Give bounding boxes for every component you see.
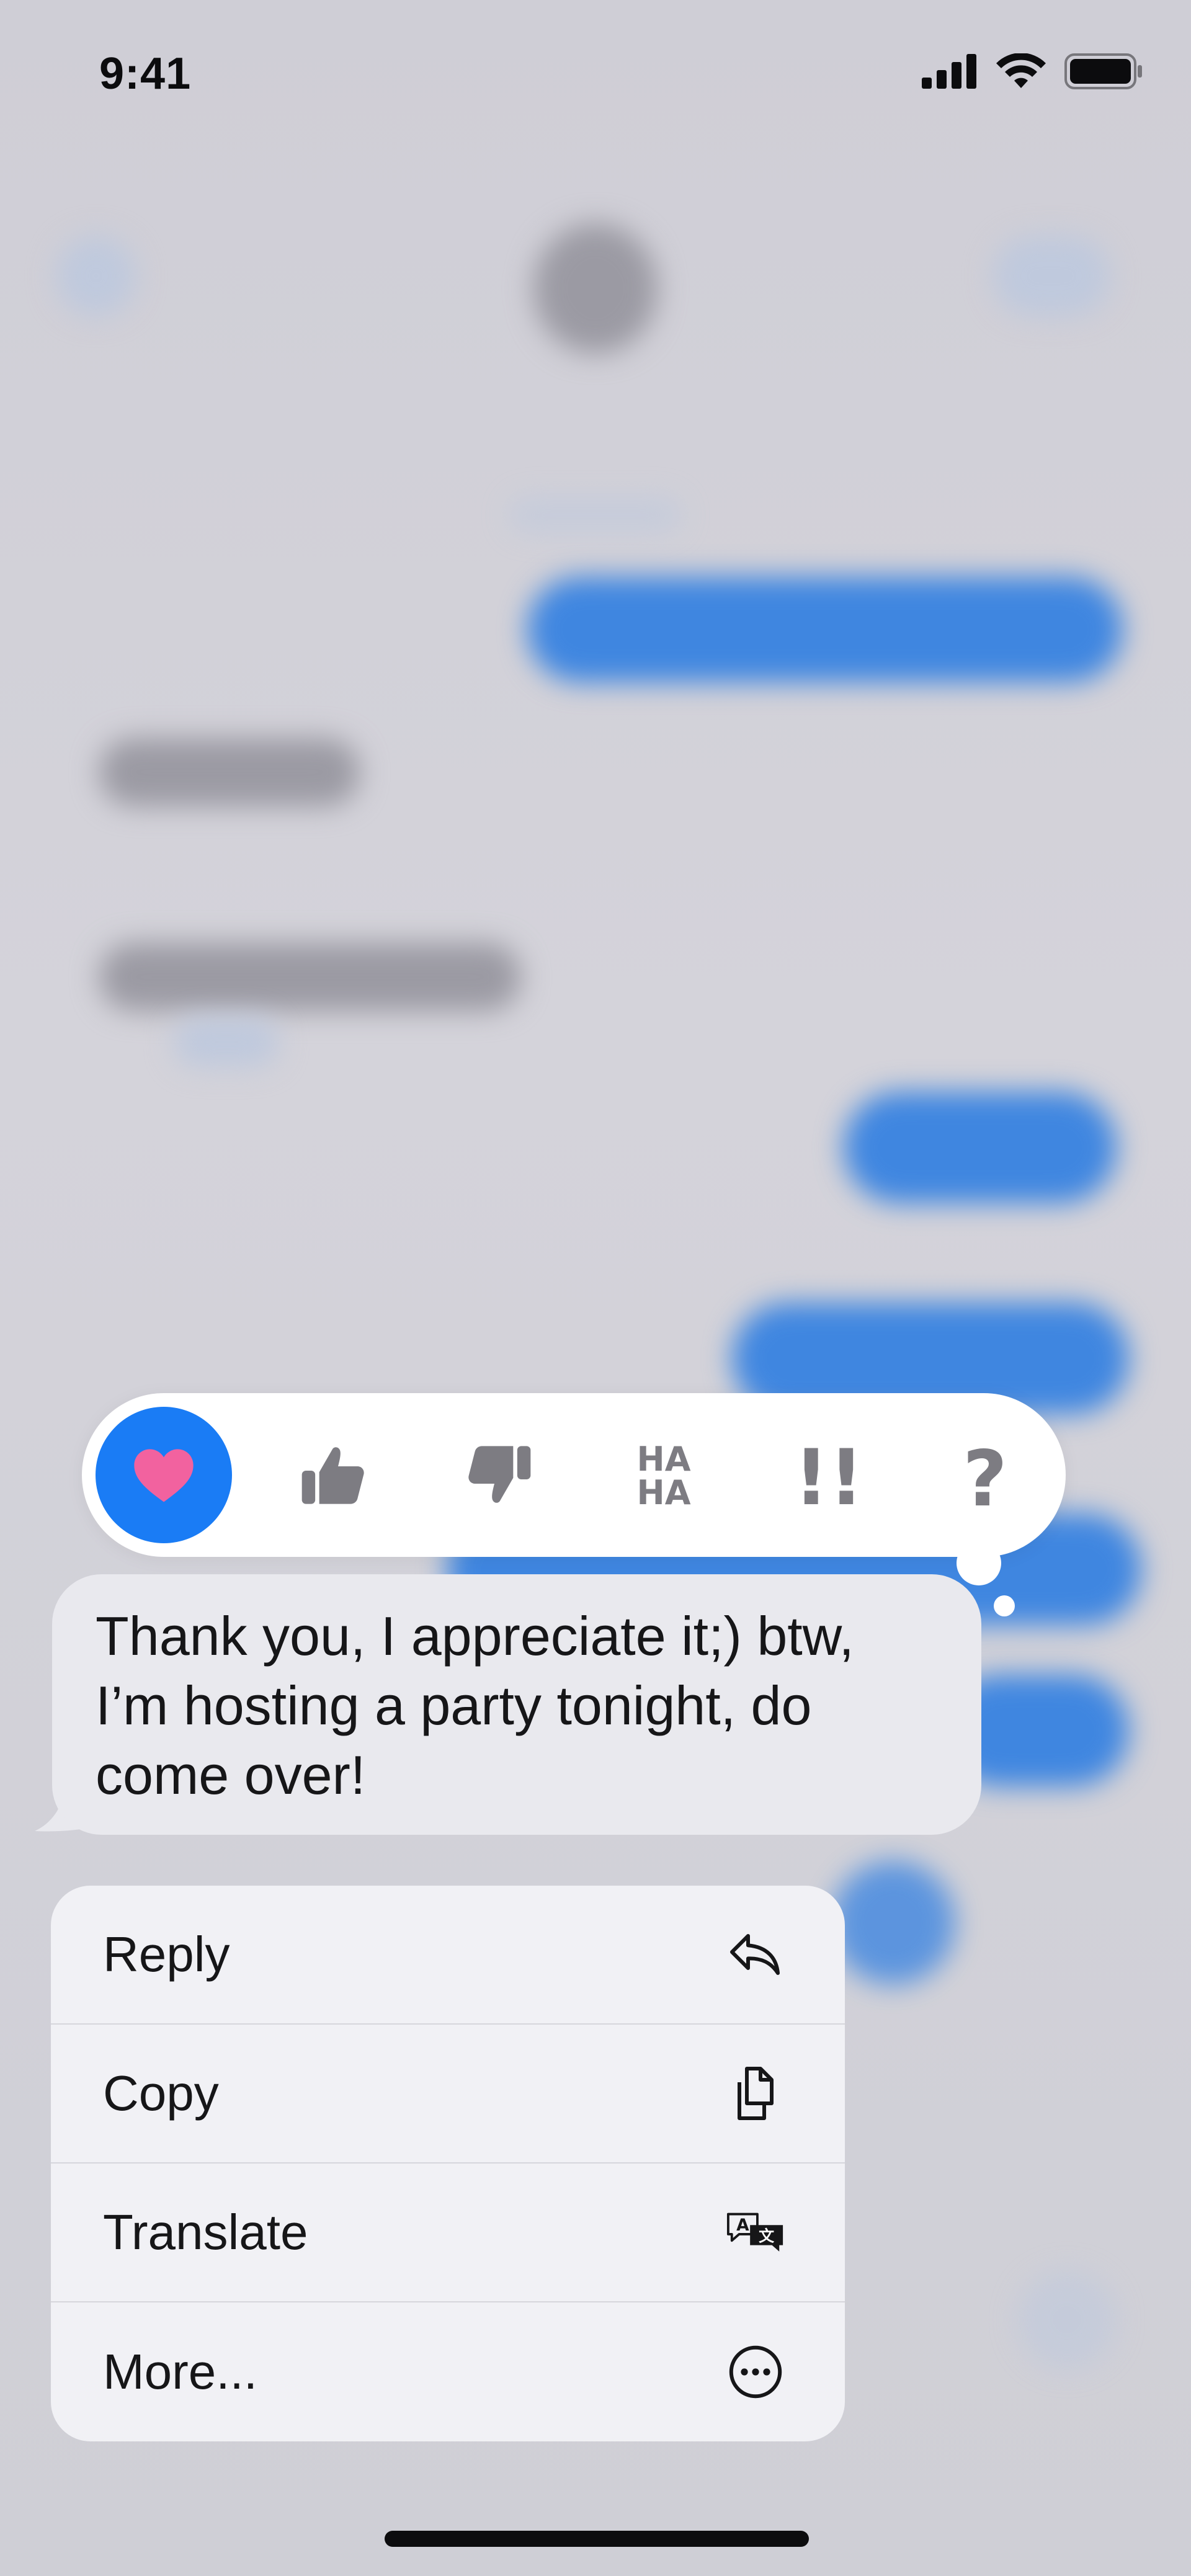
battery-icon [1064,53,1142,89]
more-icon [725,2341,787,2403]
blurred-timestamp [509,496,682,533]
message-text: Thank you, I appreciate it;) btw, I’m ho… [96,1605,854,1806]
cellular-signal-icon [922,54,976,89]
copy-icon [725,2062,787,2124]
message-bubble-container: Thank you, I appreciate it;) btw, I’m ho… [35,1574,981,1835]
reaction-question-button[interactable]: ? [917,1407,1053,1543]
menu-item-copy[interactable]: Copy [51,2025,845,2164]
thumbs-up-icon [301,1447,364,1504]
message-bubble[interactable]: Thank you, I appreciate it;) btw, I’m ho… [52,1574,981,1835]
menu-item-label: Reply [103,1927,230,1982]
menu-item-label: More... [103,2344,257,2399]
blurred-back-button [56,236,136,316]
status-bar: 9:41 [0,0,1191,149]
blurred-reaction-badge [174,1017,279,1067]
status-icons [922,53,1144,89]
reaction-heart-button[interactable] [96,1407,232,1543]
menu-item-label: Translate [103,2204,308,2260]
reaction-thumbs-up-button[interactable] [265,1407,402,1543]
svg-text:!!: !! [795,1435,863,1515]
menu-item-label: Copy [103,2066,219,2121]
reaction-thumbs-down-button[interactable] [430,1407,567,1543]
wifi-icon [996,53,1046,88]
menu-item-more[interactable]: More... [51,2302,845,2441]
blurred-received-message [99,943,521,1011]
reply-icon [725,1923,787,1985]
blurred-contact-avatar [533,223,658,354]
status-time: 9:41 [99,49,192,99]
svg-text:?: ? [963,1435,1007,1515]
blurred-button [1017,2270,1117,2369]
reaction-exclamation-button[interactable]: !! [761,1407,897,1543]
translate-icon: A 文 [725,2201,787,2263]
message-context-menu: Reply Copy Translate A 文 More... [51,1886,845,2441]
svg-text:HA: HA [637,1473,691,1512]
tapback-reaction-bar: HA HA !! ? [82,1393,1066,1557]
blurred-avatar [831,1861,955,1985]
blurred-sent-message [527,577,1123,682]
svg-text:A: A [736,2216,749,2235]
double-exclamation-icon: !! [795,1435,863,1515]
blurred-sent-message [844,1092,1117,1203]
question-mark-icon: ? [963,1435,1007,1515]
haha-icon: HA HA [637,1440,691,1512]
thumbs-down-icon [468,1446,531,1503]
blurred-received-message [99,738,360,806]
menu-item-reply[interactable]: Reply [51,1886,845,2025]
heart-icon [134,1449,194,1502]
blurred-video-button [993,236,1110,316]
tapback-tail-dot-small [994,1595,1015,1616]
home-indicator[interactable] [385,2531,809,2547]
reaction-haha-button[interactable]: HA HA [596,1407,732,1543]
menu-item-translate[interactable]: Translate A 文 [51,2164,845,2302]
svg-text:文: 文 [759,2227,775,2245]
